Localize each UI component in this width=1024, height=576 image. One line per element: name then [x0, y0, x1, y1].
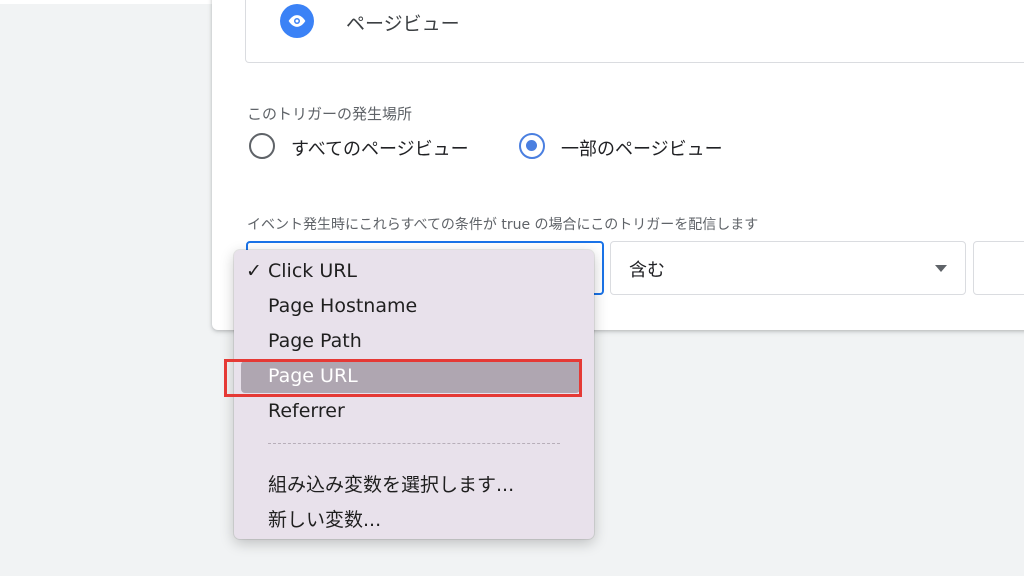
menu-item-label: 組み込み変数を選択します...: [268, 474, 515, 496]
menu-item-label: 新しい変数...: [268, 509, 382, 531]
menu-item-label: Page Path: [268, 330, 362, 352]
radio-some-pageviews-label[interactable]: 一部のページビュー: [561, 135, 723, 161]
radio-selected-dot: [526, 140, 537, 151]
menu-item-page-hostname[interactable]: Page Hostname: [234, 290, 594, 322]
checkmark-icon: ✓: [246, 260, 262, 282]
eye-icon: [280, 4, 314, 38]
caret-down-icon: [935, 265, 947, 272]
menu-item-label: Click URL: [268, 260, 358, 282]
menu-item-label: Referrer: [268, 400, 345, 422]
top-strip: [0, 0, 212, 4]
menu-separator: [268, 443, 560, 444]
radio-all-pageviews-label[interactable]: すべてのページビュー: [291, 135, 469, 161]
condition-value-input[interactable]: [973, 241, 1024, 295]
condition-label: イベント発生時にこれらすべての条件が true の場合にこのトリガーを配信します: [247, 217, 759, 233]
trigger-type-label: ページビュー: [346, 13, 460, 35]
menu-item-referrer[interactable]: Referrer: [234, 395, 594, 427]
menu-item-label: Page Hostname: [268, 295, 418, 317]
fire-on-label: このトリガーの発生場所: [247, 105, 413, 123]
trigger-type-selector[interactable]: ページビュー: [245, 0, 1024, 63]
radio-some-pageviews[interactable]: [519, 133, 545, 159]
operator-select[interactable]: 含む: [610, 241, 966, 295]
annotation-highlight-box: [224, 359, 582, 397]
menu-item-click-url[interactable]: ✓ Click URL: [234, 255, 594, 287]
menu-item-page-path[interactable]: Page Path: [234, 325, 594, 357]
operator-value: 含む: [629, 260, 665, 281]
menu-item-new-variable[interactable]: 新しい変数...: [234, 500, 594, 532]
radio-all-pageviews[interactable]: [249, 133, 275, 159]
menu-item-choose-builtin[interactable]: 組み込み変数を選択します...: [234, 465, 594, 497]
